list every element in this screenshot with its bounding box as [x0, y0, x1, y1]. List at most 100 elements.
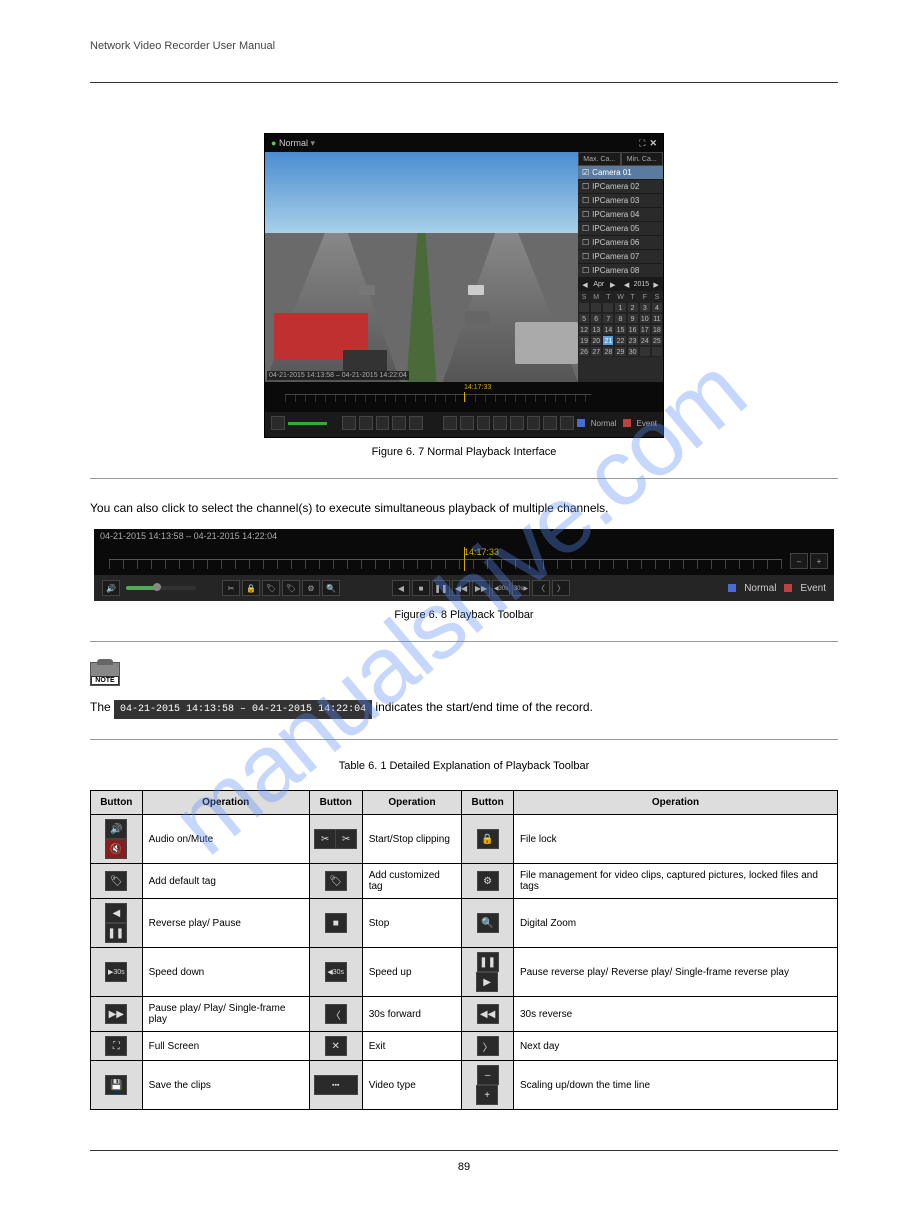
video-type-icon[interactable]: ▪▪▪ [314, 1075, 358, 1095]
timeline[interactable]: 14:17:33 [265, 382, 663, 412]
divider [90, 478, 838, 479]
zoom-out-icon[interactable]: – [790, 553, 808, 569]
stop-icon[interactable]: ■ [412, 580, 430, 596]
camera-item[interactable]: ☐IPCamera 02 [578, 180, 663, 194]
speedup-icon[interactable]: ▶▶ [472, 580, 490, 596]
lock-icon[interactable]: 🔒 [477, 829, 499, 849]
play-icon[interactable] [493, 416, 507, 430]
next-year-icon[interactable]: ▶ [649, 281, 663, 289]
back30-icon[interactable] [510, 416, 524, 430]
stop-icon[interactable] [460, 416, 474, 430]
figure-caption: Figure 6. 8 Playback Toolbar [90, 609, 838, 621]
camera-item[interactable]: ☑Camera 01 [578, 166, 663, 180]
figure-caption: Figure 6. 7 Normal Playback Interface [90, 446, 838, 458]
prev-year-icon[interactable]: ◀ [620, 281, 634, 289]
divider [90, 739, 838, 740]
reverse-icon[interactable] [443, 416, 457, 430]
gear-icon[interactable] [392, 416, 406, 430]
prev-icon[interactable] [543, 416, 557, 430]
table-row: ⛶ Full Screen ✕ Exit 〉 Next day [91, 1032, 838, 1061]
custom-tag-icon[interactable]: 🏷 [325, 871, 347, 891]
camera-item[interactable]: ☐IPCamera 04 [578, 208, 663, 222]
speeddown-icon[interactable]: ◀◀ [452, 580, 470, 596]
pause-icon[interactable] [477, 416, 491, 430]
scissors-icon[interactable]: ✂ [222, 580, 240, 596]
zoom-icon[interactable] [409, 416, 423, 430]
divider [90, 641, 838, 642]
clip-icon[interactable] [342, 416, 356, 430]
camera-item[interactable]: ☐IPCamera 08 [578, 264, 663, 278]
timestamp-badge: 04-21-2015 14:13:58 – 04-21-2015 14:22:0… [114, 700, 372, 719]
prev-icon[interactable]: 〈 [532, 580, 550, 596]
clip-start-icon[interactable]: ✂ [314, 829, 336, 849]
audio-icon[interactable]: 🔊 [102, 580, 120, 596]
mute-icon[interactable]: 🔇 [105, 839, 127, 859]
fullscreen-icon[interactable]: ⛶ [105, 1036, 127, 1056]
page-number: 89 [90, 1161, 838, 1173]
header-title: Network Video Recorder User Manual [90, 40, 838, 52]
video-timestamp: 04-21-2015 14:13:58 – 04-21-2015 14:22:0… [267, 371, 409, 380]
stop-icon[interactable]: ■ [325, 913, 347, 933]
prev-month-icon[interactable]: ◀ [578, 281, 592, 289]
calendar-grid: SMTWTFS 1234 567891011 12131415161718 19… [578, 291, 663, 357]
back30-icon[interactable]: ◀30s [492, 580, 510, 596]
reverse-icon[interactable]: ◀ [392, 580, 410, 596]
camera-item[interactable]: ☐IPCamera 03 [578, 194, 663, 208]
camera-item[interactable]: ☐IPCamera 07 [578, 250, 663, 264]
fwd30-icon[interactable]: 30s▶ [512, 580, 530, 596]
tag-icon[interactable]: 🏷 [262, 580, 280, 596]
close-icon[interactable]: ✕ [649, 138, 657, 149]
pause-icon[interactable]: ❚❚ [432, 580, 450, 596]
next-day-icon[interactable]: 〉 [477, 1036, 499, 1056]
tab-min-camera[interactable]: Min. Ca... [621, 152, 664, 166]
speed-up-icon[interactable]: ◀30s [325, 962, 347, 982]
playback-toolbar: Normal Event [265, 412, 663, 434]
tab-max-camera[interactable]: Max. Ca... [578, 152, 621, 166]
playback-mode-label: ● Normal ▾ [271, 138, 315, 149]
scale-down-icon[interactable]: – [477, 1065, 499, 1085]
fast-fwd-icon[interactable]: ▶▶ [105, 1004, 127, 1024]
clip-stop-icon[interactable]: ✂ [335, 829, 357, 849]
pause-rev-icon[interactable]: ❚❚ [477, 952, 499, 972]
speed-down-icon[interactable]: ▶30s [105, 962, 127, 982]
camera-list: ☑Camera 01 ☐IPCamera 02 ☐IPCamera 03 ☐IP… [578, 166, 663, 278]
default-tag-icon[interactable]: 🏷 [105, 871, 127, 891]
next-month-icon[interactable]: ▶ [606, 281, 620, 289]
table-row: ◀❚❚ Reverse play/ Pause ■ Stop 🔍 Digital… [91, 899, 838, 948]
table-row: 🔊🔇 Audio on/Mute ✂✂ Start/Stop clipping … [91, 815, 838, 864]
time-range-label: 04-21-2015 14:13:58 – 04-21-2015 14:22:0… [94, 529, 834, 545]
audio-on-icon[interactable]: 🔊 [105, 819, 127, 839]
tag-icon[interactable] [376, 416, 390, 430]
search-icon[interactable]: 🔍 [322, 580, 340, 596]
pause-icon[interactable]: ❚❚ [105, 923, 127, 943]
digital-zoom-icon[interactable]: 🔍 [477, 913, 499, 933]
zoom-in-icon[interactable]: + [810, 553, 828, 569]
audio-icon[interactable] [271, 416, 285, 430]
video-viewport[interactable]: 04-21-2015 14:13:58 – 04-21-2015 14:22:0… [265, 152, 578, 382]
table-row: 🏷 Add default tag 🏷 Add customized tag ⚙… [91, 864, 838, 899]
30s-fwd-icon[interactable]: 〈 [325, 1004, 347, 1024]
fwd30-icon[interactable] [527, 416, 541, 430]
scale-up-icon[interactable]: + [476, 1085, 498, 1105]
calendar-header: ◀ Apr ▶ ◀ 2015 ▶ [578, 278, 663, 291]
next-icon[interactable] [560, 416, 574, 430]
gear-icon[interactable]: ⚙ [302, 580, 320, 596]
volume-slider[interactable] [126, 586, 196, 590]
play-icon[interactable]: ▶ [476, 972, 498, 992]
save-icon[interactable]: 💾 [105, 1075, 127, 1095]
custom-tag-icon[interactable]: 🏷 [282, 580, 300, 596]
camera-item[interactable]: ☐IPCamera 06 [578, 236, 663, 250]
reverse-play-icon[interactable]: ◀ [105, 903, 127, 923]
30s-rev-icon[interactable]: ◀◀ [477, 1004, 499, 1024]
camera-item[interactable]: ☐IPCamera 05 [578, 222, 663, 236]
fullscreen-icon[interactable]: ⛶ [639, 138, 645, 149]
file-manage-icon[interactable]: ⚙ [477, 871, 499, 891]
lock-icon[interactable]: 🔒 [242, 580, 260, 596]
exit-icon[interactable]: ✕ [325, 1036, 347, 1056]
divider [90, 82, 838, 83]
divider [90, 1150, 838, 1151]
lock-icon[interactable] [359, 416, 373, 430]
next-icon[interactable]: 〉 [552, 580, 570, 596]
legend: Normal Event [728, 583, 826, 594]
timeline[interactable]: 14:17:33 – + [94, 545, 834, 575]
